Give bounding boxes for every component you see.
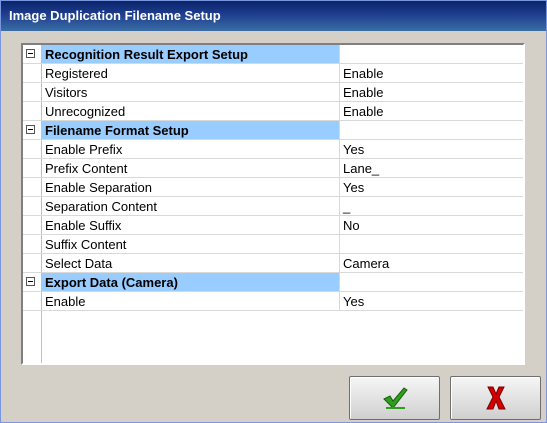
property-name: Enable [42, 292, 340, 310]
green-checkmark-icon [382, 387, 408, 409]
category-label: Export Data (Camera) [42, 273, 340, 291]
property-value[interactable]: _ [340, 197, 523, 215]
property-value[interactable]: No [340, 216, 523, 234]
grid-property-row[interactable]: Separation Content _ [23, 197, 523, 216]
property-name: Select Data [42, 254, 340, 272]
property-name: Suffix Content [42, 235, 340, 253]
grid-property-row[interactable]: Unrecognized Enable [23, 102, 523, 121]
window-title: Image Duplication Filename Setup [1, 1, 546, 31]
property-value[interactable]: Enable [340, 83, 523, 101]
property-grid[interactable]: Recognition Result Export Setup Registere… [21, 43, 525, 365]
property-value[interactable]: Yes [340, 292, 523, 310]
grid-property-row[interactable]: Suffix Content [23, 235, 523, 254]
dialog-client-area: Recognition Result Export Setup Registere… [1, 31, 546, 422]
grid-property-row[interactable]: Enable Separation Yes [23, 178, 523, 197]
grid-category-row[interactable]: Filename Format Setup [23, 121, 523, 140]
property-name: Enable Prefix [42, 140, 340, 158]
grid-property-row[interactable]: Visitors Enable [23, 83, 523, 102]
category-label: Recognition Result Export Setup [42, 45, 340, 63]
category-value [340, 121, 523, 139]
category-value [340, 45, 523, 63]
grid-property-row[interactable]: Enable Yes [23, 292, 523, 311]
grid-property-row[interactable]: Enable Prefix Yes [23, 140, 523, 159]
property-value[interactable]: Lane_ [340, 159, 523, 177]
property-value[interactable] [340, 235, 523, 253]
grid-property-row[interactable]: Enable Suffix No [23, 216, 523, 235]
property-name: Enable Separation [42, 178, 340, 196]
property-value[interactable]: Enable [340, 102, 523, 120]
grid-category-row[interactable]: Export Data (Camera) [23, 273, 523, 292]
collapse-toggle-icon[interactable] [26, 49, 35, 58]
property-name: Unrecognized [42, 102, 340, 120]
property-name: Visitors [42, 83, 340, 101]
collapse-toggle-icon[interactable] [26, 125, 35, 134]
grid-property-row[interactable]: Select Data Camera [23, 254, 523, 273]
property-name: Separation Content [42, 197, 340, 215]
property-name: Prefix Content [42, 159, 340, 177]
grid-property-row[interactable]: Registered Enable [23, 64, 523, 83]
property-value[interactable]: Yes [340, 140, 523, 158]
ok-button[interactable] [349, 376, 440, 420]
grid-category-row[interactable]: Recognition Result Export Setup [23, 45, 523, 64]
property-value[interactable]: Camera [340, 254, 523, 272]
collapse-toggle-icon[interactable] [26, 277, 35, 286]
property-name: Enable Suffix [42, 216, 340, 234]
property-value[interactable]: Enable [340, 64, 523, 82]
property-grid-rows: Recognition Result Export Setup Registere… [23, 45, 523, 311]
dialog-window: Image Duplication Filename Setup Recogni… [0, 0, 547, 423]
grid-property-row[interactable]: Prefix Content Lane_ [23, 159, 523, 178]
red-x-icon [485, 386, 506, 410]
category-value [340, 273, 523, 291]
category-label: Filename Format Setup [42, 121, 340, 139]
cancel-button[interactable] [450, 376, 541, 420]
property-value[interactable]: Yes [340, 178, 523, 196]
property-name: Registered [42, 64, 340, 82]
